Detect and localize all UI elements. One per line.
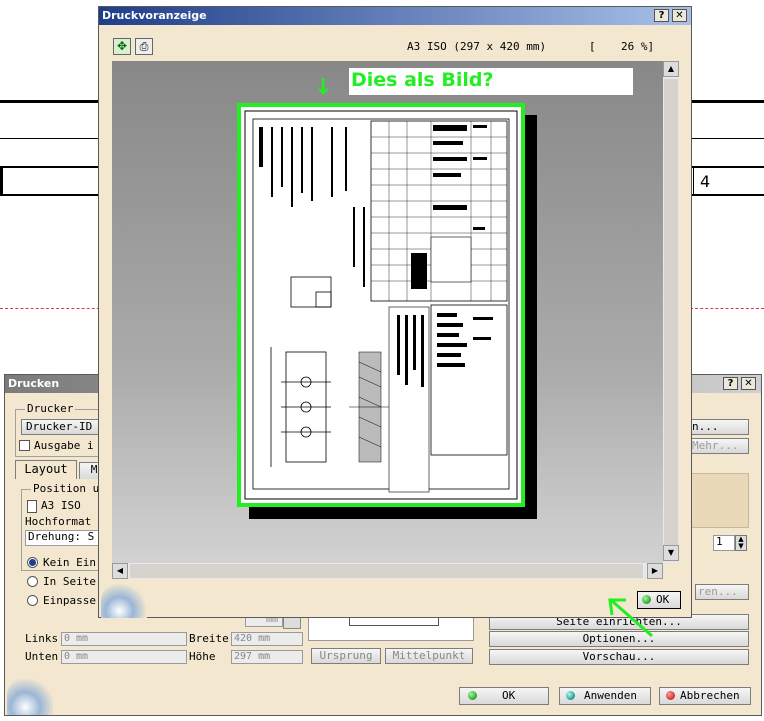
arrow-down-icon: ↓ (314, 75, 333, 100)
preview-help-button[interactable]: ? (654, 9, 669, 22)
unten-field[interactable]: 0 mm (61, 650, 187, 664)
copies-field[interactable]: 1 (713, 535, 735, 551)
horizontal-scrollbar[interactable]: ◀ ▶ (112, 563, 663, 579)
catia-logo (7, 675, 53, 715)
preview-ok-label: OK (656, 593, 670, 606)
scroll-left-arrow[interactable]: ◀ (112, 563, 128, 579)
preview-titlebar: Druckvoranzeige (99, 7, 691, 25)
drawing-content (244, 110, 518, 500)
cancel-label: Abbrechen (680, 689, 740, 702)
rotation-field[interactable]: Drehung: S (25, 530, 107, 546)
zoom-value: 26 %] (621, 40, 655, 53)
links-field[interactable]: 0 mm (61, 632, 187, 646)
print-dialog-title: Drucken (8, 377, 60, 390)
radio-in-seite-label: In Seite (43, 575, 96, 588)
ok-icon (468, 691, 477, 700)
radio-kein[interactable] (27, 557, 38, 568)
scroll-up-arrow[interactable]: ▲ (663, 61, 679, 77)
cancel-icon (666, 691, 675, 700)
close-button[interactable]: ✕ (741, 377, 756, 390)
ok-button[interactable]: OK (459, 687, 549, 705)
annotation-text: Dies als Bild? (351, 69, 494, 91)
paper-format: A3 ISO (41, 499, 81, 512)
fit-icon[interactable]: ✥ (113, 38, 131, 55)
ursprung-button[interactable]: Ursprung (311, 648, 381, 664)
drawing-sheet (237, 103, 525, 507)
scroll-right-arrow[interactable]: ▶ (647, 563, 663, 579)
radio-einpassen[interactable] (27, 595, 38, 606)
hoehe-field[interactable]: 297 mm (231, 650, 303, 664)
vorschau-button[interactable]: Vorschau... (489, 649, 749, 665)
radio-in-seite[interactable] (27, 576, 38, 587)
preview-title: Druckvoranzeige (102, 9, 207, 22)
breite-label: Breite (189, 632, 229, 645)
preview-logo (101, 582, 147, 618)
scroll-down-arrow[interactable]: ▼ (663, 545, 679, 561)
partial-ren-button[interactable]: ren... (695, 584, 749, 600)
printer-id-button[interactable]: Drucker-ID (21, 419, 101, 435)
apply-icon (566, 691, 575, 700)
background-value: 4 (700, 172, 711, 191)
unten-label: Unten (25, 650, 59, 663)
radio-einpassen-label: Einpasse (43, 594, 96, 607)
links-label: Links (25, 632, 59, 645)
mittelpunkt-button[interactable]: Mittelpunkt (385, 648, 473, 664)
apply-button[interactable]: Anwenden (559, 687, 651, 705)
tab-layout[interactable]: Layout (15, 460, 77, 479)
preview-window: Druckvoranzeige ? ✕ ✥ ⎙ A3 ISO (297 x 42… (98, 6, 692, 618)
orientation: Hochformat (25, 515, 92, 528)
printer-icon[interactable]: ⎙ (135, 38, 153, 55)
cancel-button[interactable]: Abbrechen (659, 687, 751, 705)
preview-ok-icon (642, 595, 651, 604)
zoom-bracket: [ (589, 40, 596, 53)
preview-close-button[interactable]: ✕ (672, 9, 687, 22)
more-button[interactable]: Mehr... (689, 438, 749, 454)
position-group-label: Position u (31, 482, 102, 495)
vertical-scroll-thumb[interactable] (664, 79, 678, 555)
breite-field[interactable]: 420 mm (231, 632, 303, 646)
apply-label: Anwenden (584, 689, 637, 702)
horizontal-scroll-thumb[interactable] (130, 564, 643, 578)
document-icon (27, 500, 37, 513)
printer-group-label: Drucker (25, 402, 76, 415)
copies-spinner[interactable]: ▲ ▼ (735, 535, 747, 551)
output-checkbox-label: Ausgabe i (34, 439, 94, 452)
optionen-button[interactable]: Optionen... (489, 631, 749, 647)
properties-button[interactable]: n... (689, 419, 749, 435)
output-checkbox[interactable] (19, 440, 30, 451)
right-empty-panel (689, 473, 749, 528)
radio-kein-label: Kein Ein (43, 556, 96, 569)
preview-ok-button[interactable]: OK (637, 591, 681, 609)
ok-label: OK (502, 689, 516, 702)
vertical-scrollbar[interactable]: ▲ ▼ (663, 61, 679, 563)
hoehe-label: Höhe (189, 650, 216, 663)
help-button[interactable]: ? (723, 377, 738, 390)
paper-info: A3 ISO (297 x 420 mm) (407, 40, 547, 53)
